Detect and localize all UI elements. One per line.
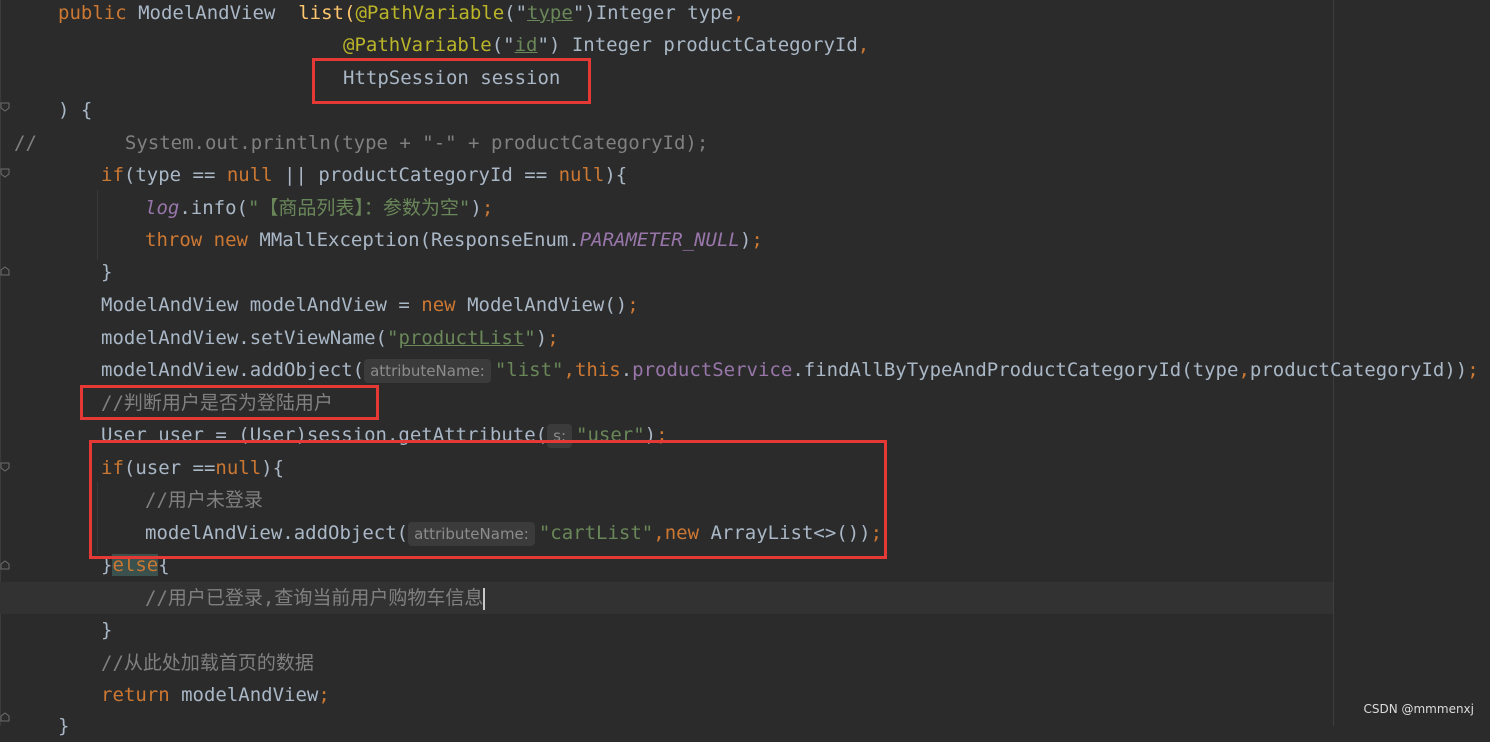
code-token: ModelAndView <box>126 2 299 24</box>
code-token: ){ <box>604 164 628 186</box>
fold-marker-icon[interactable] <box>0 712 10 722</box>
code-line-set-view-name: modelAndView.setViewName("productList"); <box>101 322 559 354</box>
highlight-box-session-param <box>312 58 591 104</box>
code-token: MMallException(ResponseEnum. <box>247 229 580 251</box>
code-line-throw: throw new MMallException(ResponseEnum.PA… <box>145 224 763 256</box>
code-token: (" <box>491 34 515 56</box>
code-token: . <box>620 359 633 381</box>
code-line-method-signature: public ModelAndView list(@PathVariable("… <box>58 0 744 29</box>
code-line-comment-logged-in[interactable]: //用户已登录,查询当前用户购物车信息 <box>145 582 486 614</box>
code-line-close-brace: } <box>101 614 112 646</box>
fold-marker-icon[interactable] <box>0 168 10 178</box>
keyword: public <box>58 2 127 24</box>
fold-marker-icon[interactable] <box>0 560 10 570</box>
code-line-new-mav: ModelAndView modelAndView = new ModelAnd… <box>101 289 639 321</box>
comma: , <box>732 2 745 24</box>
keyword: throw <box>145 229 203 251</box>
comment-text: //用户已登录,查询当前用户购物车信息 <box>145 587 484 609</box>
quote: " <box>386 327 399 349</box>
code-token: ) { <box>58 99 93 121</box>
fold-marker-icon[interactable] <box>0 102 10 112</box>
code-line-open-brace: ) { <box>58 94 92 126</box>
code-line-comment-load-home: //从此处加载首页的数据 <box>101 647 314 679</box>
field: productService <box>632 359 793 381</box>
comma: , <box>857 34 870 56</box>
field: log <box>145 197 180 219</box>
keyword: new <box>421 294 456 316</box>
string-literal: "【商品列表】：参数为空" <box>247 197 471 219</box>
semicolon: ; <box>481 197 494 219</box>
code-line-add-list: modelAndView.addObject(attributeName: "li… <box>101 354 1479 386</box>
keyword: null <box>226 164 273 186</box>
code-token: ) <box>535 327 548 349</box>
semicolon: ; <box>1467 359 1479 381</box>
highlight-box-if-block <box>89 440 887 559</box>
annotation: @PathVariable <box>355 2 505 24</box>
code-token: (" <box>504 2 528 24</box>
code-token: ") Integer productCategoryId <box>537 34 858 56</box>
code-token: || productCategoryId == <box>272 164 559 186</box>
code-token: .info( <box>179 197 248 219</box>
code-token: } <box>101 619 113 641</box>
semicolon: ; <box>318 684 330 706</box>
code-token: modelAndView.setViewName( <box>101 327 387 349</box>
quote: " <box>524 327 536 349</box>
code-line-close-brace: } <box>101 256 112 288</box>
code-token: modelAndView <box>169 684 319 706</box>
string-literal: type <box>527 2 573 24</box>
semicolon: ; <box>751 229 763 251</box>
indent-guide <box>97 190 98 260</box>
comma: , <box>563 359 575 381</box>
code-token: ) <box>739 229 752 251</box>
code-token: productCategoryId)) <box>1249 359 1468 381</box>
keyword: this <box>574 359 621 381</box>
code-line-log-info: log.info("【商品列表】：参数为空"); <box>145 192 493 224</box>
code-token: (type == <box>123 164 227 186</box>
code-editor[interactable]: public ModelAndView list(@PathVariable("… <box>0 0 1490 737</box>
semicolon: ; <box>627 294 639 316</box>
code-line-return: return modelAndView; <box>101 679 330 711</box>
fold-marker-icon[interactable] <box>0 266 10 276</box>
parameter-hint: attributeName: <box>364 359 491 383</box>
comment-text: //从此处加载首页的数据 <box>101 652 314 674</box>
comma: , <box>1238 359 1250 381</box>
code-line-param-id: @PathVariable("id") Integer productCateg… <box>343 29 869 61</box>
semicolon: ; <box>547 327 559 349</box>
code-line-if-null-check: if(type == null || productCategoryId == … <box>101 159 627 191</box>
code-token: modelAndView.addObject( <box>101 359 365 381</box>
text-caret <box>483 587 486 610</box>
keyword: return <box>101 684 170 706</box>
comment-prefix: // <box>14 132 37 154</box>
constant: PARAMETER_NULL <box>579 229 740 251</box>
code-token: ")Integer type <box>572 2 733 24</box>
string-literal: productList <box>398 327 525 349</box>
code-token: ModelAndView modelAndView = <box>101 294 422 316</box>
code-token: ) <box>470 197 482 219</box>
annotation: @PathVariable <box>343 34 492 56</box>
keyword: null <box>558 164 605 186</box>
string-literal: id <box>514 34 538 56</box>
comment-text: System.out.println(type + "-" + productC… <box>124 132 709 154</box>
method-name: list( <box>298 2 356 24</box>
code-line-method-close: } <box>58 710 69 742</box>
code-token: ModelAndView() <box>455 294 628 316</box>
code-token: .findAllByTypeAndProductCategoryId(type <box>792 359 1239 381</box>
code-line-commented-print: // System.out.println(type + "-" + produc… <box>14 127 708 159</box>
code-token: } <box>58 715 70 737</box>
keyword: new <box>213 229 248 251</box>
keyword: if <box>101 164 124 186</box>
string-literal: "list" <box>494 359 564 381</box>
highlight-box-login-comment <box>80 385 379 420</box>
code-token: } <box>101 261 113 283</box>
watermark: CSDN @mmmenxj <box>1363 702 1474 716</box>
fold-marker-icon[interactable] <box>0 462 10 472</box>
